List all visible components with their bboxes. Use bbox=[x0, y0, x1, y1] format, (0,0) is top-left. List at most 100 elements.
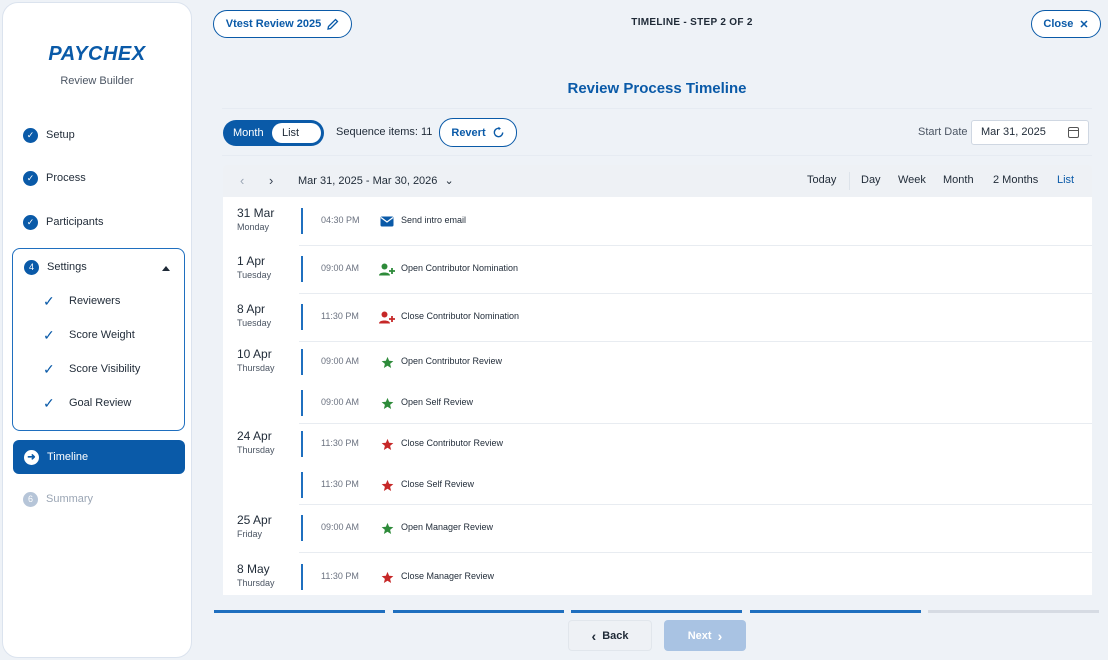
back-button[interactable]: ‹ Back bbox=[568, 620, 652, 651]
event-row[interactable]: 04:30 PM Send intro email bbox=[301, 208, 1081, 234]
date-range-label: Mar 31, 2025 - Mar 30, 2026 bbox=[298, 175, 438, 187]
day-date: 10 Apr bbox=[237, 347, 272, 361]
event-row[interactable]: 09:00 AM Open Contributor Review bbox=[301, 349, 1081, 375]
sidebar-step-process[interactable]: ✓ Process bbox=[23, 167, 86, 189]
divider bbox=[222, 108, 1092, 109]
day-date: 24 Apr bbox=[237, 429, 272, 443]
back-label: Back bbox=[602, 629, 629, 642]
user-add-icon bbox=[379, 261, 395, 277]
star-icon bbox=[379, 354, 395, 370]
event-title: Close Contributor Nomination bbox=[401, 311, 520, 321]
event-time: 09:00 AM bbox=[321, 263, 360, 273]
event-marker bbox=[301, 515, 303, 541]
view-toggle[interactable]: Month List bbox=[223, 120, 324, 146]
event-time: 11:30 PM bbox=[321, 571, 359, 581]
separator bbox=[849, 172, 850, 190]
revert-button[interactable]: Revert bbox=[439, 118, 517, 147]
step-number-icon: 6 bbox=[23, 491, 38, 507]
view-list-button[interactable]: List bbox=[1057, 174, 1074, 186]
day-date: 8 Apr bbox=[237, 302, 266, 316]
row-divider bbox=[299, 504, 1092, 505]
event-marker bbox=[301, 472, 303, 498]
event-title: Send intro email bbox=[401, 215, 467, 225]
day-weekday: Thursday bbox=[237, 445, 275, 455]
chevron-right-icon: › bbox=[717, 627, 723, 644]
event-time: 11:30 PM bbox=[321, 311, 359, 321]
day-label: 31 Mar Monday bbox=[237, 206, 274, 232]
start-date-label: Start Date bbox=[918, 126, 968, 138]
settings-item-score-weight[interactable]: ✓ Score Weight bbox=[43, 325, 135, 345]
event-time: 09:00 AM bbox=[321, 522, 360, 532]
settings-item-label: Score Weight bbox=[69, 329, 135, 341]
next-button[interactable]: Next › bbox=[664, 620, 746, 651]
next-label: Next bbox=[687, 629, 712, 642]
prev-arrow-icon[interactable]: ‹ bbox=[240, 173, 244, 188]
review-name: Vtest Review 2025 bbox=[225, 18, 322, 30]
event-marker bbox=[301, 349, 303, 375]
close-button[interactable]: Close ✕ bbox=[1031, 10, 1101, 38]
step-label: Settings bbox=[47, 261, 87, 273]
row-divider bbox=[299, 423, 1092, 424]
event-marker bbox=[301, 431, 303, 457]
day-weekday: Friday bbox=[237, 529, 263, 539]
event-time: 11:30 PM bbox=[321, 438, 359, 448]
event-row[interactable]: 11:30 PM Close Manager Review bbox=[301, 564, 1081, 590]
sidebar-step-settings[interactable]: 4 Settings bbox=[24, 256, 87, 278]
settings-item-score-visibility[interactable]: ✓ Score Visibility bbox=[43, 359, 140, 379]
star-icon bbox=[379, 520, 395, 536]
event-row[interactable]: 09:00 AM Open Self Review bbox=[301, 390, 1081, 416]
mail-icon bbox=[379, 213, 395, 229]
sidebar-step-timeline[interactable]: ➜ Timeline bbox=[13, 440, 185, 474]
view-day-button[interactable]: Day bbox=[861, 174, 881, 186]
event-title: Close Self Review bbox=[401, 479, 475, 489]
day-label: 10 Apr Thursday bbox=[237, 347, 275, 373]
event-marker bbox=[301, 256, 303, 282]
settings-group: 4 Settings ✓ Reviewers ✓ Score Weight ✓ … bbox=[12, 248, 185, 431]
day-label: 8 May Thursday bbox=[237, 562, 275, 588]
check-icon: ✓ bbox=[43, 394, 55, 411]
event-list: 31 Mar Monday 04:30 PM Send intro email 1 Ap… bbox=[223, 197, 1092, 595]
revert-label: Revert bbox=[451, 126, 486, 139]
day-label: 24 Apr Thursday bbox=[237, 429, 275, 455]
toggle-month[interactable]: Month bbox=[233, 127, 264, 139]
event-marker bbox=[301, 564, 303, 590]
event-row[interactable]: 09:00 AM Open Manager Review bbox=[301, 515, 1081, 541]
event-row[interactable]: 11:30 PM Close Contributor Review bbox=[301, 431, 1081, 457]
calendar-toolbar: ‹ › Mar 31, 2025 - Mar 30, 2026 ⌄ Today … bbox=[223, 165, 1092, 197]
day-weekday: Tuesday bbox=[237, 270, 272, 280]
settings-item-goal-review[interactable]: ✓ Goal Review bbox=[43, 393, 131, 413]
date-range[interactable]: Mar 31, 2025 - Mar 30, 2026 ⌄ bbox=[298, 174, 454, 187]
event-row[interactable]: 11:30 PM Close Self Review bbox=[301, 472, 1081, 498]
sidebar: PAYCHEX Review Builder ✓ Setup ✓ Process… bbox=[2, 2, 192, 658]
event-marker bbox=[301, 390, 303, 416]
day-weekday: Thursday bbox=[237, 363, 275, 373]
view-month-button[interactable]: Month bbox=[943, 174, 974, 186]
arrow-circle-icon: ➜ bbox=[24, 449, 39, 465]
view-week-button[interactable]: Week bbox=[898, 174, 926, 186]
event-row[interactable]: 11:30 PM Close Contributor Nomination bbox=[301, 304, 1081, 330]
day-label: 1 Apr Tuesday bbox=[237, 254, 271, 280]
sidebar-step-setup[interactable]: ✓ Setup bbox=[23, 124, 75, 146]
step-label: Timeline bbox=[47, 451, 89, 463]
event-title: Close Contributor Review bbox=[401, 438, 504, 448]
star-icon bbox=[379, 395, 395, 411]
start-date-field[interactable]: Mar 31, 2025 bbox=[971, 120, 1089, 145]
check-icon: ✓ bbox=[43, 326, 55, 343]
collapse-caret-icon[interactable] bbox=[162, 266, 170, 271]
settings-item-reviewers[interactable]: ✓ Reviewers bbox=[43, 291, 120, 311]
today-button[interactable]: Today bbox=[807, 174, 836, 186]
event-title: Close Manager Review bbox=[401, 571, 495, 581]
edit-review-name-button[interactable]: Vtest Review 2025 bbox=[213, 10, 352, 38]
day-label: 8 Apr Tuesday bbox=[237, 302, 271, 328]
event-time: 11:30 PM bbox=[321, 479, 359, 489]
event-row[interactable]: 09:00 AM Open Contributor Nomination bbox=[301, 256, 1081, 282]
progress-segment bbox=[571, 610, 742, 613]
star-icon bbox=[379, 569, 395, 585]
step-label: Setup bbox=[46, 129, 75, 141]
next-arrow-icon[interactable]: › bbox=[269, 173, 273, 188]
sidebar-step-participants[interactable]: ✓ Participants bbox=[23, 211, 103, 233]
calendar-icon[interactable] bbox=[1068, 127, 1079, 138]
view-2months-button[interactable]: 2 Months bbox=[993, 174, 1038, 186]
sidebar-step-summary[interactable]: 6 Summary bbox=[23, 488, 93, 510]
toggle-list[interactable]: List bbox=[272, 123, 321, 143]
